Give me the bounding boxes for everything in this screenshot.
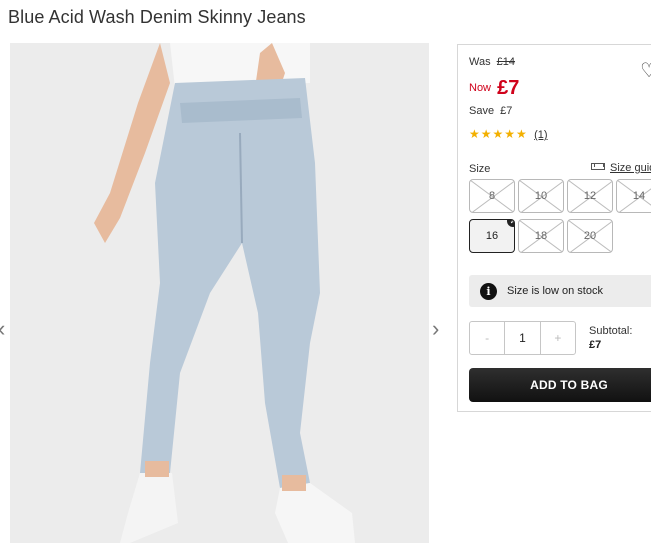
subtotal-label: Subtotal: <box>589 325 633 337</box>
now-price: Now £7 <box>469 77 519 100</box>
size-option-20[interactable]: 20 <box>567 219 613 253</box>
subtotal-amount: £7 <box>589 339 602 351</box>
stock-notice: i Size is low on stock <box>469 275 651 307</box>
ruler-icon <box>591 163 605 170</box>
size-label: Size <box>469 163 491 175</box>
save-label: Save <box>469 105 495 117</box>
size-option-label: 16 <box>485 230 499 242</box>
star-rating-icon: ★★★★★ <box>469 127 528 141</box>
review-count-link[interactable]: (1) <box>534 129 547 141</box>
was-price-value: £14 <box>496 56 516 68</box>
size-option-12[interactable]: 12 <box>567 179 613 213</box>
save-amount-value: £7 <box>500 105 513 117</box>
size-option-18[interactable]: 18 <box>518 219 564 253</box>
size-option-label: 20 <box>583 230 597 242</box>
size-option-10[interactable]: 10 <box>518 179 564 213</box>
size-option-16[interactable]: 16 ✓ <box>469 219 515 253</box>
info-icon: i <box>480 282 497 300</box>
size-option-label: 12 <box>583 190 597 202</box>
jeans-model-photo <box>10 43 429 543</box>
size-guide-link[interactable]: Size guide <box>591 162 651 174</box>
size-guide-label: Size guide <box>610 162 651 174</box>
heart-icon[interactable]: ♡ <box>640 58 651 83</box>
quantity-input[interactable]: 1 <box>504 322 541 354</box>
size-option-label: 8 <box>488 190 496 202</box>
now-label: Now <box>469 82 492 94</box>
decrease-quantity-button[interactable]: - <box>470 322 504 354</box>
increase-quantity-button[interactable]: + <box>541 322 575 354</box>
size-option-label: 14 <box>632 190 646 202</box>
rating[interactable]: ★★★★★ (1) <box>469 127 548 141</box>
stock-message: Size is low on stock <box>507 285 603 297</box>
previous-image-arrow-icon[interactable]: ‹ <box>0 318 5 340</box>
quantity-stepper: - 1 + <box>469 321 576 355</box>
product-title: Blue Acid Wash Denim Skinny Jeans <box>8 7 306 27</box>
checkmark-icon: ✓ <box>507 220 514 227</box>
size-option-8[interactable]: 8 <box>469 179 515 213</box>
was-price: Was £14 <box>469 56 515 68</box>
was-label: Was <box>469 56 491 68</box>
purchase-panel: Was £14 ♡ Now £7 Save £7 ★★★★★ (1) Size … <box>457 44 651 412</box>
size-option-label: 10 <box>534 190 548 202</box>
product-image[interactable] <box>10 43 429 543</box>
save-amount: Save £7 <box>469 105 512 117</box>
next-image-arrow-icon[interactable]: › <box>432 318 439 340</box>
size-option-label: 18 <box>534 230 548 242</box>
now-price-value: £7 <box>497 77 520 99</box>
subtotal: Subtotal: £7 <box>589 324 632 352</box>
add-to-bag-button[interactable]: ADD TO BAG <box>469 368 651 402</box>
size-option-14[interactable]: 14 <box>616 179 651 213</box>
